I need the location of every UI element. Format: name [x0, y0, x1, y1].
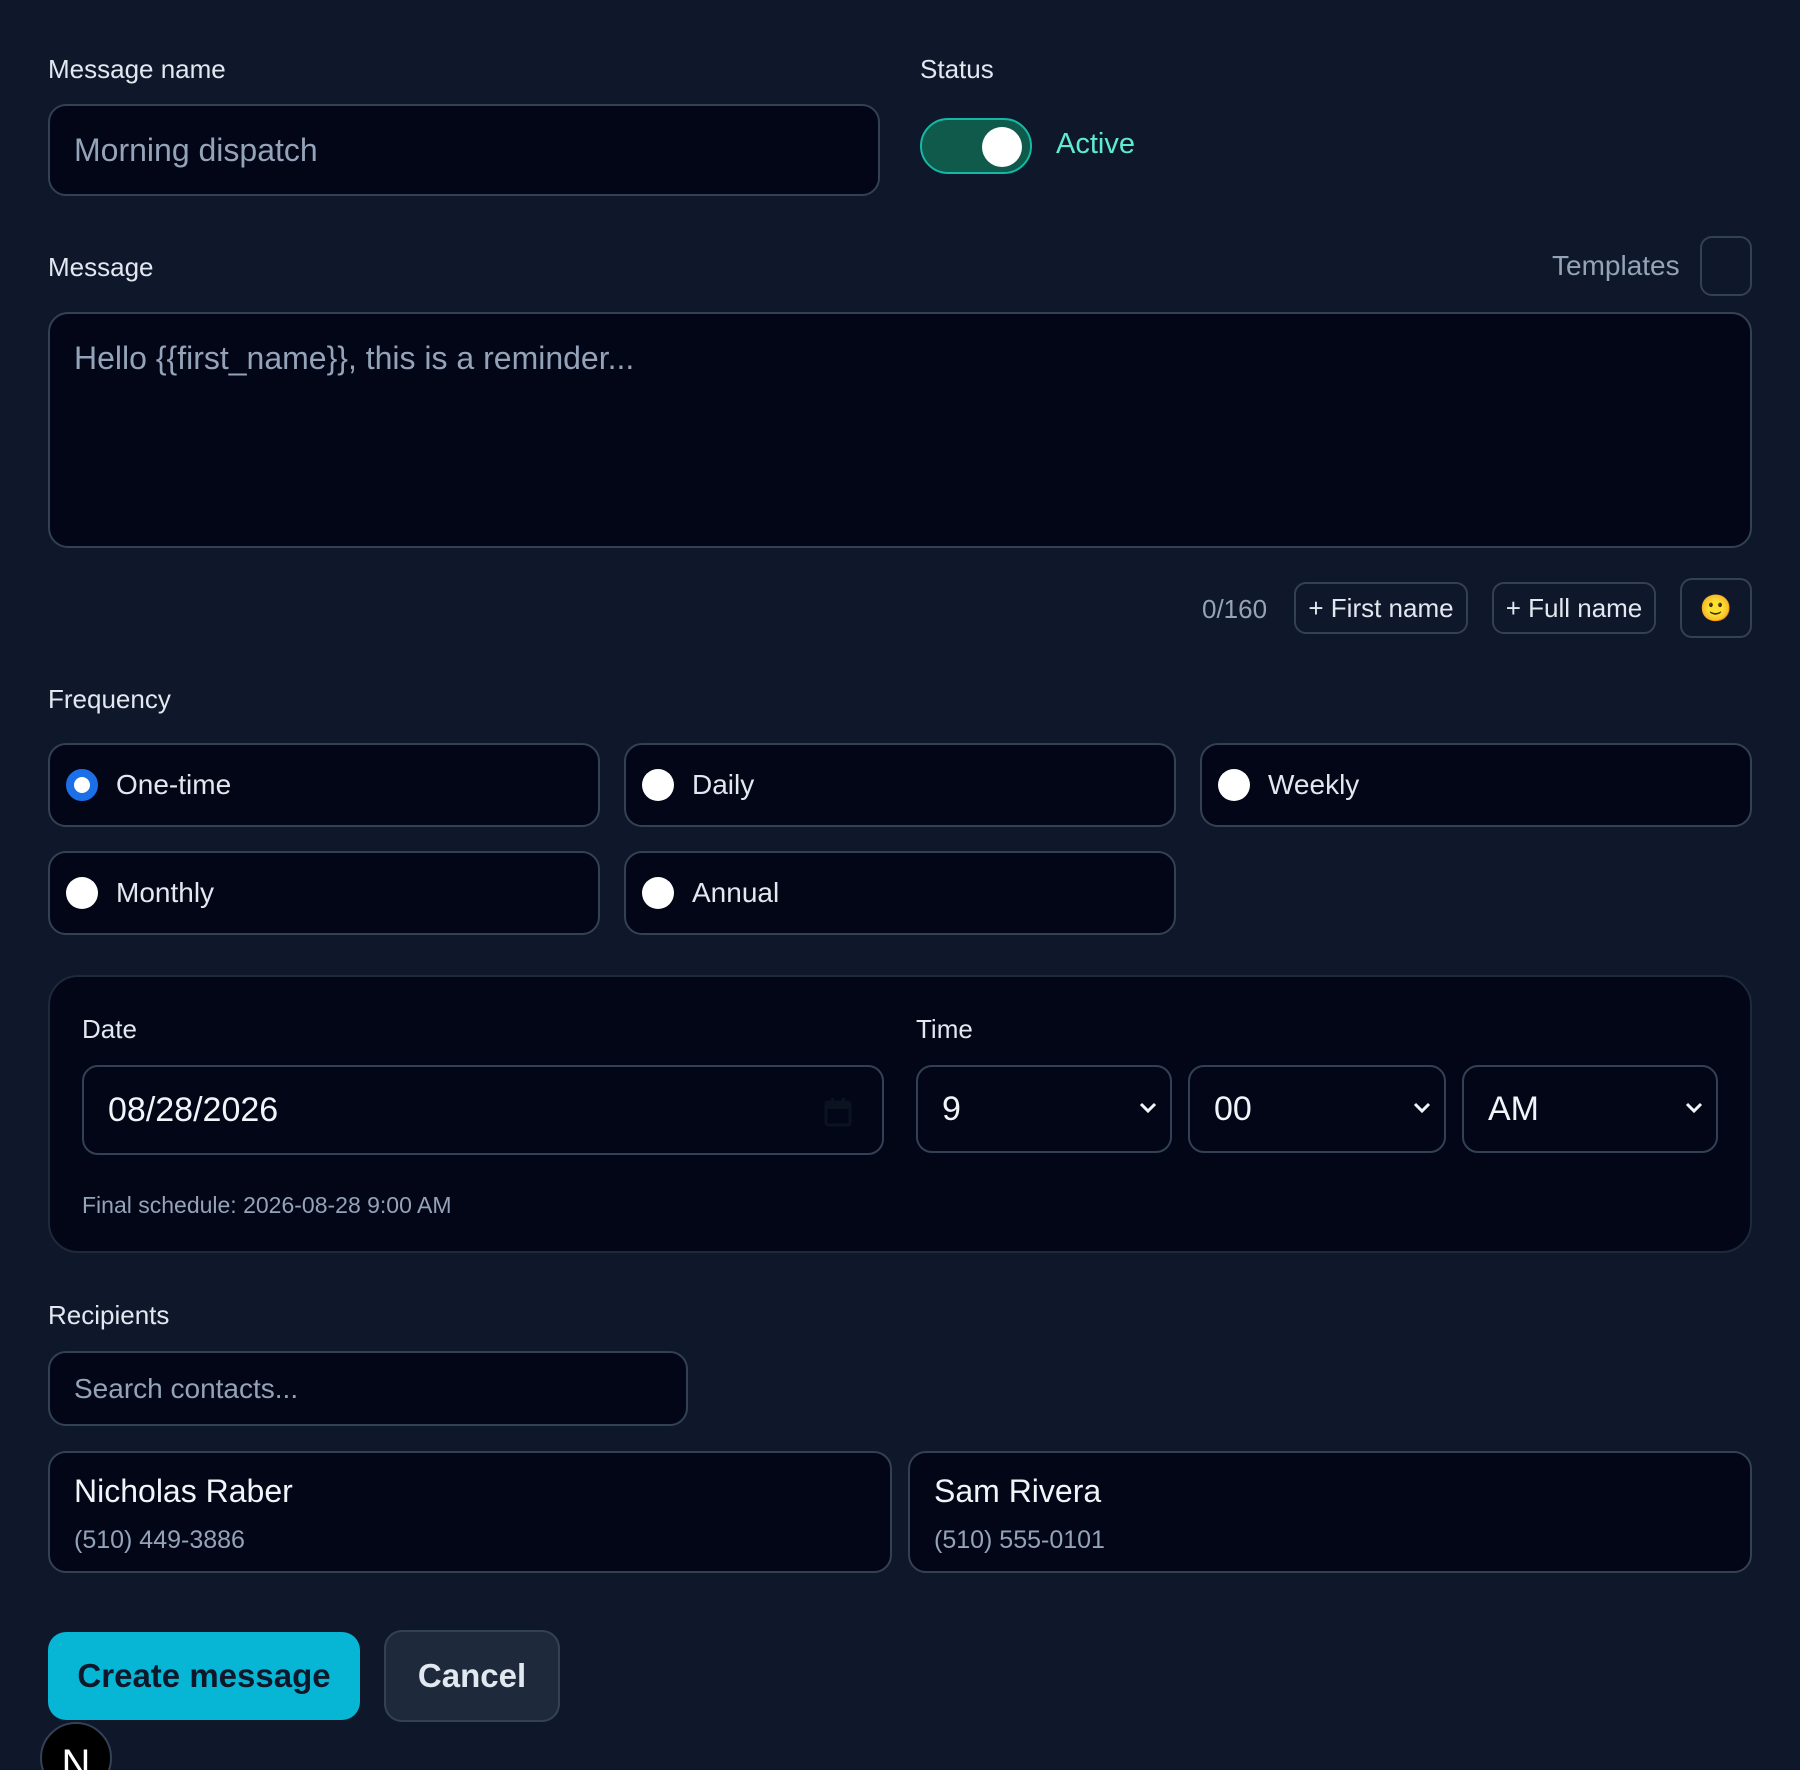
frequency-option-label: Daily [692, 769, 755, 800]
message-placeholder: Hello {{first_name}}, this is a reminder… [74, 340, 635, 376]
frequency-option-daily[interactable]: Daily [624, 743, 1176, 827]
frequency-option-label: One-time [116, 769, 232, 800]
templates-label: Templates [1552, 250, 1680, 281]
hour-value: 9 [942, 1089, 961, 1128]
status-value: Active [1056, 128, 1135, 160]
emoji-button[interactable]: 🙂 [1680, 578, 1752, 638]
message-name-input[interactable]: Morning dispatch [48, 104, 880, 196]
chevron-down-icon [1413, 1102, 1431, 1114]
radio-icon[interactable] [1218, 769, 1250, 801]
period-select[interactable]: AM [1462, 1065, 1718, 1153]
date-value: 08/28/2026 [108, 1090, 279, 1129]
frequency-label: Frequency [48, 684, 171, 714]
minute-value: 00 [1214, 1089, 1252, 1128]
insert-first-name-button[interactable]: + First name [1294, 582, 1468, 634]
calendar-icon[interactable] [824, 1097, 852, 1127]
radio-icon[interactable] [66, 877, 98, 909]
time-label: Time [916, 1014, 973, 1044]
contact-name: Nicholas Raber [74, 1473, 293, 1509]
search-contacts-input[interactable]: Search contacts... [48, 1351, 688, 1426]
char-count: 0/160 [1202, 594, 1268, 624]
cancel-button[interactable]: Cancel [384, 1630, 560, 1722]
avatar[interactable]: N [40, 1722, 112, 1770]
radio-checked-icon[interactable] [66, 769, 98, 801]
chevron-down-icon [1685, 1102, 1703, 1114]
status-toggle[interactable] [920, 118, 1032, 174]
insert-full-name-button[interactable]: + Full name [1492, 582, 1656, 634]
frequency-option-weekly[interactable]: Weekly [1200, 743, 1752, 827]
frequency-option-monthly[interactable]: Monthly [48, 851, 600, 935]
frequency-option-annual[interactable]: Annual [624, 851, 1176, 935]
avatar-letter: N [61, 1742, 91, 1770]
radio-icon[interactable] [642, 877, 674, 909]
minute-select[interactable]: 00 [1188, 1065, 1446, 1153]
final-schedule-text: Final schedule: 2026-08-28 9:00 AM [82, 1192, 452, 1218]
toggle-knob [982, 127, 1022, 167]
status-label: Status [920, 54, 994, 84]
hour-select[interactable]: 9 [916, 1065, 1172, 1153]
frequency-option-label: Weekly [1268, 769, 1360, 800]
date-label: Date [82, 1014, 137, 1044]
message-name-placeholder: Morning dispatch [74, 131, 318, 168]
search-contacts-placeholder: Search contacts... [74, 1372, 299, 1404]
contact-card[interactable]: Sam Rivera (510) 555-0101 [908, 1451, 1752, 1573]
radio-icon[interactable] [642, 769, 674, 801]
recipients-label: Recipients [48, 1300, 170, 1330]
message-label: Message [48, 252, 154, 282]
templates-button[interactable] [1700, 236, 1752, 296]
contact-card[interactable]: Nicholas Raber (510) 449-3886 [48, 1451, 892, 1573]
contact-name: Sam Rivera [934, 1473, 1102, 1509]
frequency-option-label: Monthly [116, 877, 215, 908]
contact-phone: (510) 449-3886 [74, 1526, 245, 1554]
date-input[interactable]: 08/28/2026 [82, 1065, 884, 1155]
message-textarea[interactable]: Hello {{first_name}}, this is a reminder… [48, 312, 1752, 548]
period-value: AM [1488, 1089, 1539, 1128]
frequency-option-one-time[interactable]: One-time [48, 743, 600, 827]
contact-phone: (510) 555-0101 [934, 1526, 1105, 1554]
frequency-option-label: Annual [692, 877, 780, 908]
emoji-icon: 🙂 [1699, 592, 1733, 623]
chevron-down-icon [1139, 1102, 1157, 1114]
create-message-button[interactable]: Create message [48, 1632, 360, 1720]
message-name-label: Message name [48, 54, 226, 84]
